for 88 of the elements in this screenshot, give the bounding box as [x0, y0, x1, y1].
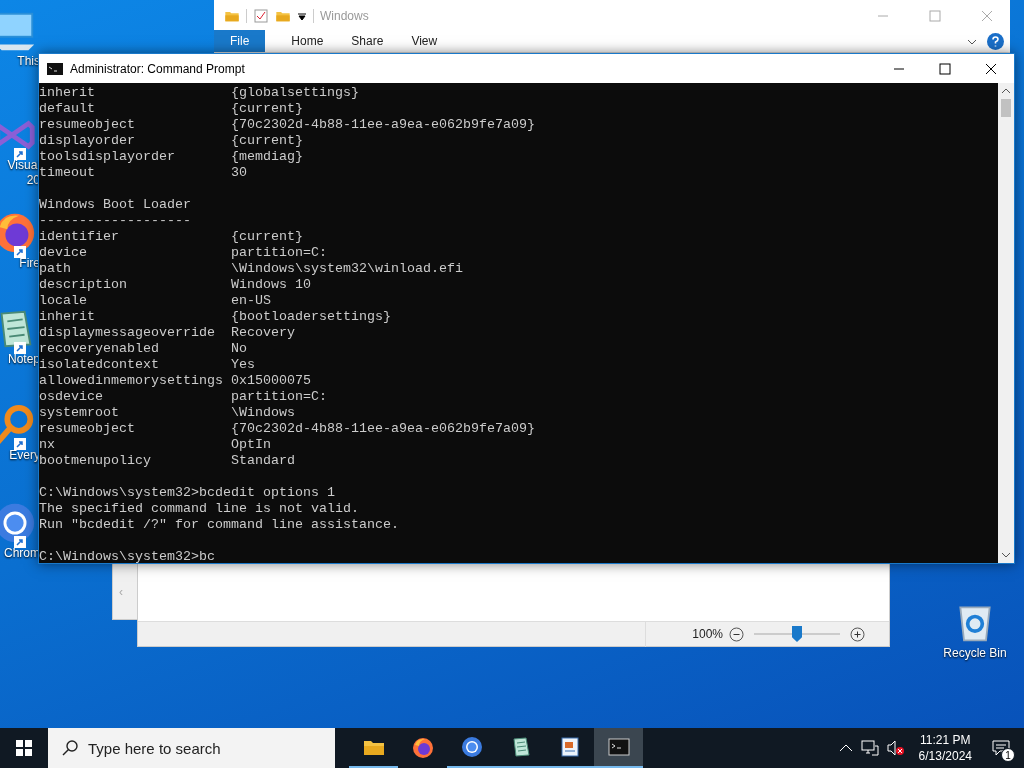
setting-name: locale — [39, 293, 88, 309]
ribbon-tab[interactable]: View — [397, 30, 452, 52]
shortcut-arrow-icon — [14, 246, 26, 258]
setting-value: 0x15000075 — [231, 373, 311, 389]
setting-name: displaymessageoverride — [39, 325, 216, 341]
setting-value: Yes — [231, 357, 255, 373]
desktop-icon-label[interactable]: Visual — [7, 158, 40, 173]
setting-name: osdevice — [39, 389, 104, 405]
setting-name: identifier — [39, 229, 120, 245]
setting-value: OptIn — [231, 437, 271, 453]
clock-time[interactable]: 11:21 PM — [920, 732, 971, 748]
setting-name: resumeobject — [39, 421, 136, 437]
taskbar-app[interactable] — [594, 728, 643, 768]
zoom-in-icon[interactable] — [850, 626, 865, 642]
zoom-out-icon[interactable] — [729, 626, 744, 642]
desktop-icon-label[interactable]: Recycle Bin — [943, 644, 1007, 662]
setting-name: bootmenupolicy — [39, 453, 152, 469]
search-field[interactable]: Type here to search — [48, 728, 335, 768]
setting-value: partition=C: — [231, 389, 327, 405]
console-line: Run "bcdedit /?" for command line assistance. — [39, 517, 399, 532]
setting-value: {70c2302d-4b88-11ee-a9ea-e062b9fe7a09} — [231, 117, 535, 133]
speaker-muted-icon[interactable] — [886, 740, 905, 756]
console-line: Windows Boot Loader — [39, 197, 191, 212]
shortcut-arrow-icon — [14, 148, 26, 160]
firefox-icon — [410, 736, 435, 760]
shortcut-arrow-icon — [14, 536, 26, 548]
setting-name: device — [39, 245, 88, 261]
terminal-icon — [47, 62, 63, 75]
ribbon-tab[interactable]: Share — [337, 30, 398, 52]
setting-name: timeout — [39, 165, 96, 181]
setting-name: inherit — [39, 85, 96, 101]
setting-name: description — [39, 277, 128, 293]
setting-value: 30 — [231, 165, 247, 181]
chevron-up-icon[interactable] — [838, 743, 853, 753]
console-line: ------------------- — [39, 213, 191, 228]
checklist-icon[interactable] — [253, 7, 269, 24]
console-line: C:\Windows\system32>bc — [39, 549, 215, 563]
setting-name: path — [39, 261, 72, 277]
shortcut-arrow-icon — [14, 342, 26, 354]
windows-icon — [16, 740, 32, 756]
desktop-icon-label[interactable]: Every — [9, 448, 40, 463]
desktop-icon-label[interactable]: Chrom — [4, 546, 40, 561]
setting-name: displayorder — [39, 133, 136, 149]
setting-value: {memdiag} — [231, 149, 303, 165]
setting-value: \Windows\system32\winload.efi — [231, 261, 463, 277]
setting-value: partition=C: — [231, 245, 327, 261]
ribbon-tab[interactable]: File — [214, 30, 266, 52]
setting-name: inherit — [39, 309, 96, 325]
network-icon[interactable] — [860, 740, 879, 756]
setting-name: default — [39, 101, 96, 117]
zoom-level-text: 100% — [692, 626, 723, 643]
setting-name: isolatedcontext — [39, 357, 160, 373]
dropdown-icon[interactable] — [297, 10, 307, 21]
zoom-slider[interactable] — [754, 626, 840, 642]
setting-value: Recovery — [231, 325, 295, 341]
setting-value: {current} — [231, 133, 303, 149]
clock-date[interactable]: 6/13/2024 — [918, 748, 972, 764]
search-icon — [62, 740, 78, 756]
scrollbar[interactable] — [998, 83, 1014, 563]
chromium-icon — [459, 735, 484, 759]
shortcut-arrow-icon — [14, 438, 26, 450]
ribbon-tab[interactable]: Home — [277, 30, 338, 52]
console-line: The specified command line is not valid. — [39, 501, 359, 516]
setting-value: Standard — [231, 453, 295, 469]
terminal-icon — [606, 735, 631, 759]
setting-value: {globalsettings} — [231, 85, 359, 101]
setting-name: resumeobject — [39, 117, 136, 133]
setting-value: {current} — [231, 229, 303, 245]
setting-name: recoveryenabled — [39, 341, 160, 357]
desktop-icon-label[interactable]: 20 — [26, 173, 40, 188]
setting-name: toolsdisplayorder — [39, 149, 176, 165]
help-icon[interactable] — [987, 33, 1004, 50]
window-title: Windows — [320, 7, 369, 25]
window-title: Administrator: Command Prompt — [70, 60, 245, 78]
setting-name: systemroot — [39, 405, 120, 421]
scroll-thumb[interactable] — [1001, 99, 1011, 117]
setting-value: No — [231, 341, 247, 357]
setting-value: {current} — [231, 101, 303, 117]
setting-value: \Windows — [231, 405, 295, 421]
setting-value: Windows 10 — [231, 277, 311, 293]
setting-name: allowedinmemorysettings — [39, 373, 224, 389]
setting-value: {70c2302d-4b88-11ee-a9ea-e062b9fe7a09} — [231, 421, 535, 437]
setting-value: {bootloadersettings} — [231, 309, 391, 325]
console-line: C:\Windows\system32>bcdedit options 1 — [39, 485, 335, 500]
notification-count: 1 — [1001, 748, 1015, 762]
setting-name: nx — [39, 437, 56, 453]
setting-value: en-US — [231, 293, 271, 309]
chevron-down-icon[interactable] — [967, 37, 977, 47]
